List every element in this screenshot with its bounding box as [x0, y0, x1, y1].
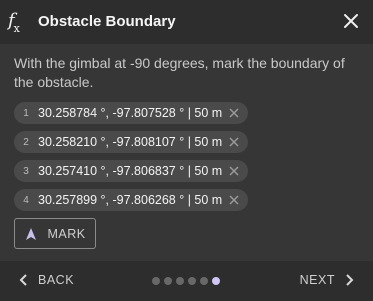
- boundary-point-chip[interactable]: 3 30.257410 °, -97.806837 ° | 50 m: [14, 160, 249, 182]
- remove-point-button[interactable]: [228, 165, 240, 177]
- close-icon: [229, 108, 239, 118]
- point-coordinates: 30.258210 °, -97.808107 ° | 50 m: [38, 135, 223, 149]
- wizard-footer: BACK NEXT: [0, 261, 373, 301]
- step-dot-active: [212, 277, 220, 285]
- next-button[interactable]: NEXT: [300, 273, 355, 287]
- mark-button[interactable]: MARK: [14, 218, 96, 249]
- mark-button-label: MARK: [47, 226, 86, 241]
- chevron-right-icon: [346, 274, 354, 286]
- chevron-left-icon: [19, 274, 27, 286]
- remove-point-button[interactable]: [228, 136, 240, 148]
- panel-header: fx Obstacle Boundary: [0, 0, 373, 44]
- panel-title: Obstacle Boundary: [38, 13, 176, 30]
- boundary-point-chip[interactable]: 4 30.257899 °, -97.806268 ° | 50 m: [14, 189, 249, 211]
- point-index: 2: [23, 136, 29, 148]
- close-icon: [344, 14, 358, 28]
- close-icon: [229, 195, 239, 205]
- close-icon: [229, 166, 239, 176]
- point-index: 1: [23, 107, 29, 119]
- step-dot: [200, 277, 208, 285]
- point-index: 3: [23, 165, 29, 177]
- boundary-point-list: 1 30.258784 °, -97.807528 ° | 50 m 2 30.…: [14, 102, 359, 218]
- instruction-text: With the gimbal at -90 degrees, mark the…: [14, 55, 345, 90]
- next-button-label: NEXT: [299, 273, 335, 287]
- step-dot: [188, 277, 196, 285]
- step-dot: [152, 277, 160, 285]
- step-dot: [176, 277, 184, 285]
- step-dot: [164, 277, 172, 285]
- step-indicator: [152, 277, 224, 285]
- remove-point-button[interactable]: [228, 107, 240, 119]
- point-coordinates: 30.257899 °, -97.806268 ° | 50 m: [38, 193, 223, 207]
- boundary-point-chip[interactable]: 1 30.258784 °, -97.807528 ° | 50 m: [14, 102, 249, 124]
- back-button-label: BACK: [38, 273, 75, 287]
- point-coordinates: 30.257410 °, -97.806837 ° | 50 m: [38, 164, 223, 178]
- navigation-arrow-icon: [26, 227, 37, 240]
- back-button[interactable]: BACK: [18, 273, 74, 287]
- boundary-point-chip[interactable]: 2 30.258210 °, -97.808107 ° | 50 m: [14, 131, 249, 153]
- point-coordinates: 30.258784 °, -97.807528 ° | 50 m: [38, 106, 223, 120]
- obstacle-boundary-panel: fx Obstacle Boundary With the gimbal at …: [0, 0, 373, 301]
- close-button[interactable]: [341, 11, 361, 31]
- close-icon: [229, 137, 239, 147]
- remove-point-button[interactable]: [228, 194, 240, 206]
- function-icon: fx: [8, 10, 20, 35]
- point-index: 4: [23, 194, 29, 206]
